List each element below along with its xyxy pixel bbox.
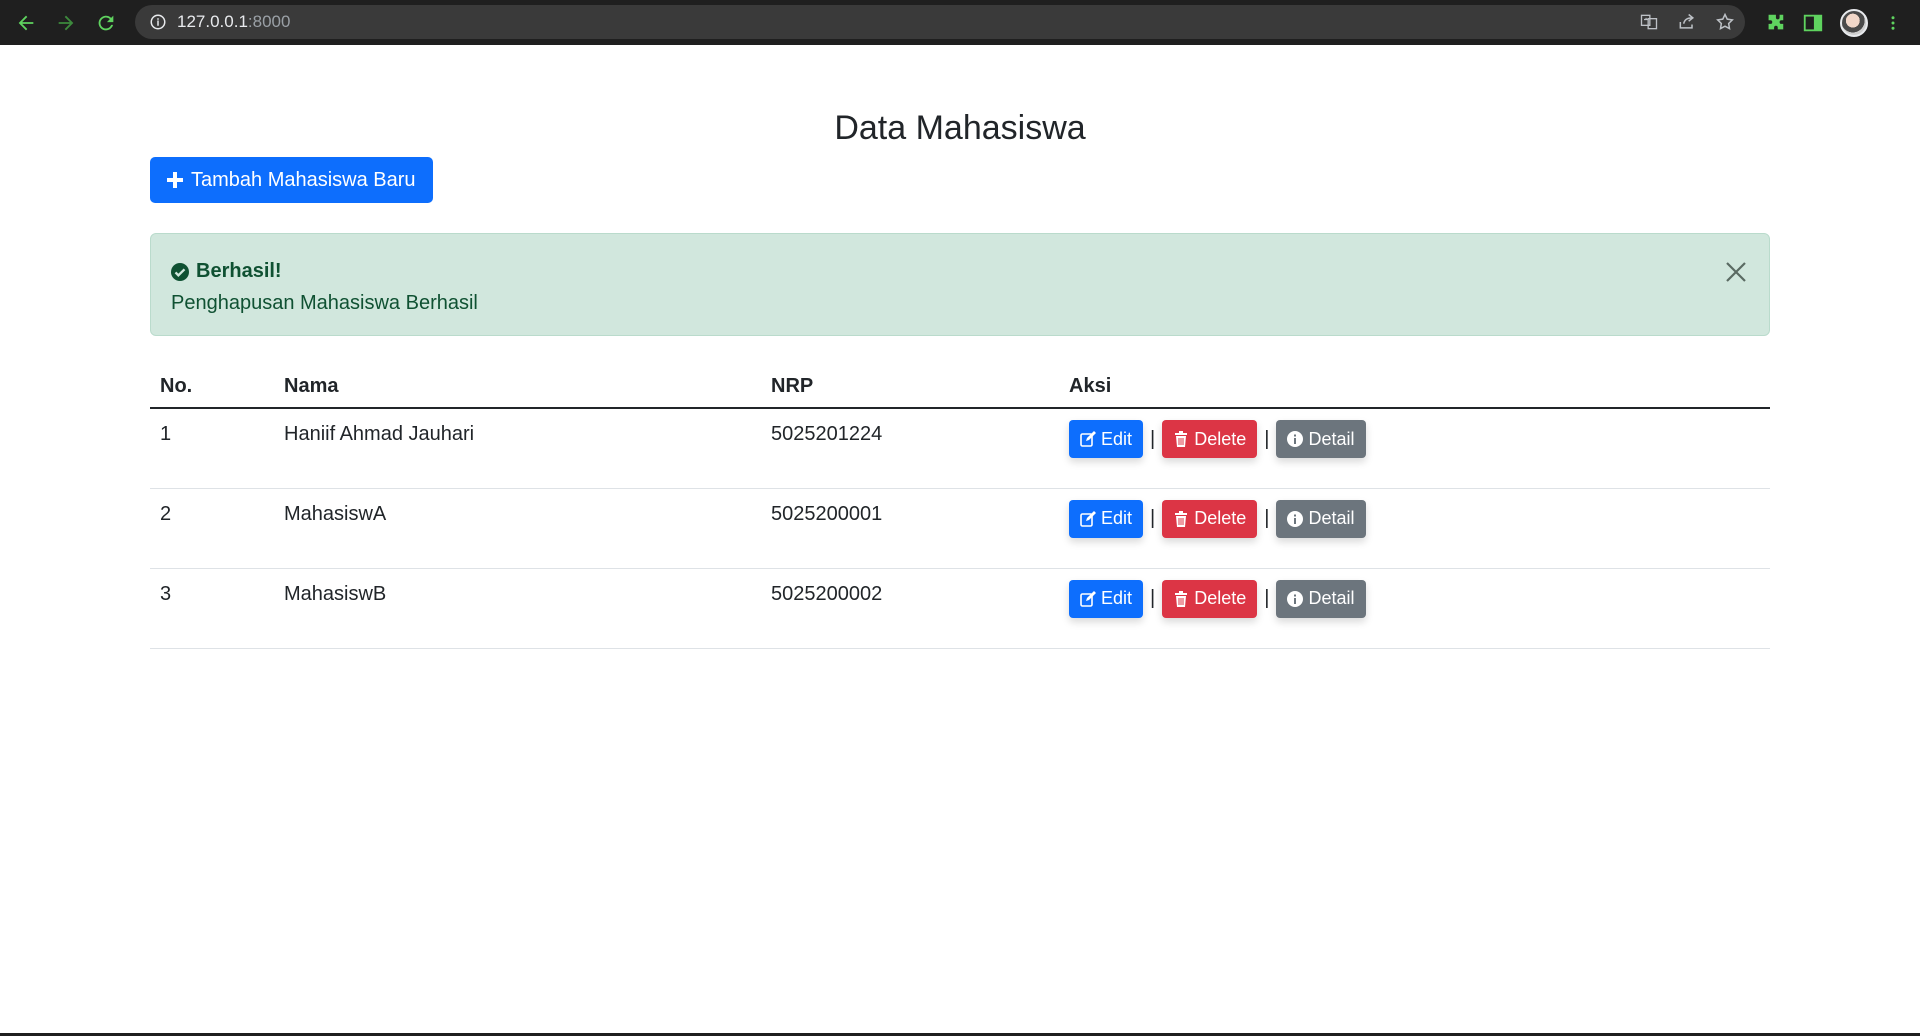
edit-label: Edit [1101, 508, 1133, 528]
delete-label: Delete [1194, 428, 1247, 449]
url-port: :8000 [247, 12, 291, 31]
action-separator: | [1150, 507, 1156, 529]
page-title: Data Mahasiswa [834, 109, 1086, 147]
trash-icon [1175, 431, 1188, 447]
info-circle-icon [1287, 510, 1304, 527]
url-host: 127.0.0.1 [177, 12, 248, 31]
page-container: Data Mahasiswa Tambah Mahasiswa Baru Ber… [150, 45, 1770, 649]
edit-icon [1080, 510, 1096, 527]
cell-actions: Edit | Delete | Detail [1059, 488, 1770, 569]
edit-button[interactable]: Edit [1069, 579, 1144, 618]
edit-label: Edit [1101, 588, 1133, 608]
action-separator: | [1264, 587, 1270, 609]
address-bar[interactable]: 127.0.0.1:8000 [135, 5, 1745, 39]
edit-icon [1080, 431, 1096, 447]
info-circle-icon [1287, 590, 1304, 607]
cell-nama: MahasiswA [274, 488, 761, 569]
side-panel-icon[interactable] [1802, 12, 1824, 34]
action-separator: | [1150, 587, 1156, 609]
delete-label: Delete [1194, 508, 1247, 528]
cell-nrp: 5025200001 [761, 488, 1059, 569]
alert-heading-text: Berhasil! [196, 260, 282, 282]
students-table: No. Nama NRP Aksi 1 Haniif Ahmad Jauhari… [150, 366, 1770, 649]
action-separator: | [1264, 507, 1270, 529]
alert-heading: Berhasil! [171, 260, 1749, 283]
table-row: 2 MahasiswA 5025200001 Edit | Delete | D… [150, 488, 1770, 569]
reload-button[interactable] [86, 0, 126, 45]
cell-actions: Edit | Delete | Detail [1059, 408, 1770, 489]
action-separator: | [1264, 427, 1270, 450]
bookmark-star-icon[interactable] [1715, 12, 1735, 32]
success-alert: Berhasil! Penghapusan Mahasiswa Berhasil [150, 233, 1770, 336]
cell-nrp: 5025201224 [761, 408, 1059, 489]
delete-button[interactable]: Delete [1162, 420, 1258, 458]
arrow-left-icon [18, 15, 34, 30]
close-icon [1726, 262, 1746, 282]
detail-label: Detail [1308, 428, 1355, 449]
extensions-icon[interactable] [1764, 12, 1786, 34]
plus-icon [167, 172, 183, 188]
table-row: 1 Haniif Ahmad Jauhari 5025201224 Edit |… [150, 408, 1770, 489]
reload-icon [98, 15, 114, 30]
delete-button[interactable]: Delete [1162, 499, 1258, 538]
site-info-icon[interactable] [149, 13, 167, 31]
browser-toolbar: 127.0.0.1:8000 [0, 0, 1920, 45]
cell-no: 2 [150, 488, 274, 569]
more-menu-icon[interactable] [1884, 12, 1902, 34]
share-icon[interactable] [1677, 12, 1697, 32]
row-actions: Edit | Delete | Detail [1069, 499, 1760, 538]
detail-button[interactable]: Detail [1276, 579, 1366, 618]
edit-button[interactable]: Edit [1069, 499, 1144, 538]
edit-icon [1080, 590, 1096, 607]
edit-button[interactable]: Edit [1069, 420, 1144, 458]
profile-avatar[interactable] [1840, 8, 1868, 37]
row-actions: Edit | Delete | Detail [1069, 579, 1760, 618]
cell-actions: Edit | Delete | Detail [1059, 568, 1770, 649]
forward-button[interactable] [46, 0, 86, 45]
trash-icon [1175, 590, 1188, 607]
header-nrp: NRP [761, 366, 1059, 409]
table-body: 1 Haniif Ahmad Jauhari 5025201224 Edit |… [150, 408, 1770, 649]
cell-no: 3 [150, 568, 274, 649]
header-nama: Nama [274, 366, 761, 409]
url-text: 127.0.0.1:8000 [177, 12, 290, 32]
header-aksi: Aksi [1059, 366, 1770, 409]
table-header: No. Nama NRP Aksi [150, 366, 1770, 409]
translate-icon[interactable] [1639, 12, 1659, 32]
alert-close-button[interactable] [1721, 257, 1751, 287]
trash-icon [1175, 510, 1188, 527]
detail-label: Detail [1308, 508, 1355, 528]
header-no: No. [150, 366, 274, 409]
cell-nrp: 5025200002 [761, 568, 1059, 649]
add-student-label: Tambah Mahasiswa Baru [191, 168, 416, 191]
info-circle-icon [1287, 431, 1304, 447]
cell-nama: Haniif Ahmad Jauhari [274, 408, 761, 489]
delete-button[interactable]: Delete [1162, 579, 1258, 618]
delete-label: Delete [1194, 588, 1247, 608]
check-circle-icon [171, 262, 189, 281]
detail-label: Detail [1308, 588, 1355, 608]
cell-no: 1 [150, 408, 274, 489]
back-button[interactable] [6, 0, 46, 45]
table-row: 3 MahasiswB 5025200002 Edit | Delete | D… [150, 568, 1770, 649]
alert-message: Penghapusan Mahasiswa Berhasil [171, 292, 478, 314]
cell-nama: MahasiswB [274, 568, 761, 649]
arrow-right-icon [58, 15, 74, 30]
action-separator: | [1150, 427, 1156, 450]
add-student-button[interactable]: Tambah Mahasiswa Baru [150, 157, 433, 203]
detail-button[interactable]: Detail [1276, 499, 1366, 538]
edit-label: Edit [1101, 428, 1133, 449]
row-actions: Edit | Delete | Detail [1069, 420, 1760, 458]
detail-button[interactable]: Detail [1276, 420, 1366, 458]
